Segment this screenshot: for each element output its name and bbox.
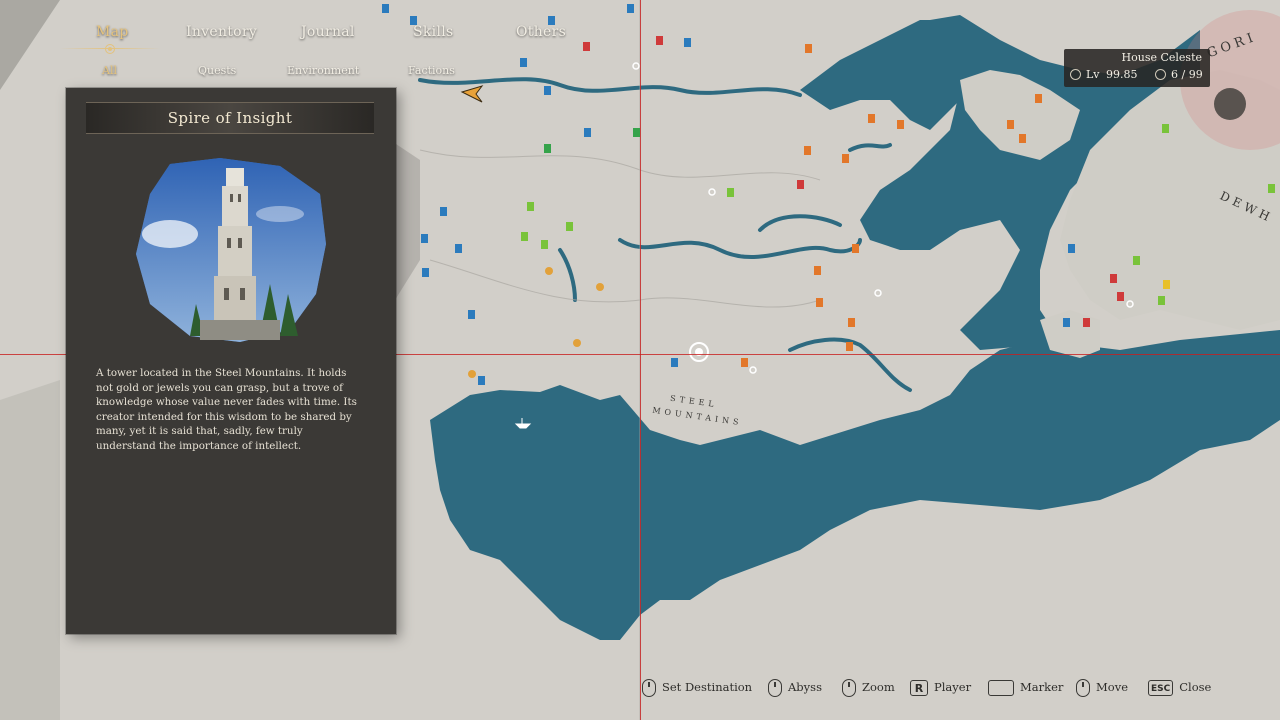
location-title: Spire of Insight bbox=[167, 109, 293, 127]
top-navigation: Map Inventory Journal Skills Others All … bbox=[0, 0, 640, 90]
house-name: House Celeste bbox=[1121, 51, 1202, 64]
panel-title-bar: Spire of Insight bbox=[86, 102, 374, 134]
mouse-wheel-icon bbox=[842, 679, 856, 697]
tab-journal[interactable]: Journal bbox=[301, 24, 355, 40]
tab-inventory[interactable]: Inventory bbox=[186, 24, 257, 40]
crosshair-vertical bbox=[640, 0, 641, 720]
subtab-environment[interactable]: Environment bbox=[287, 64, 359, 77]
level-icon bbox=[1070, 69, 1081, 80]
count-value: 6 / 99 bbox=[1171, 68, 1203, 81]
hint-close[interactable]: ESC Close bbox=[1148, 676, 1211, 698]
tab-others[interactable]: Others bbox=[516, 24, 566, 40]
subtab-quests[interactable]: Quests bbox=[198, 64, 236, 77]
hint-set-destination[interactable]: Set Destination bbox=[642, 676, 752, 698]
active-tab-indicator-icon bbox=[105, 44, 115, 54]
subtab-all[interactable]: All bbox=[102, 64, 117, 77]
gear-count-icon bbox=[1155, 69, 1167, 80]
mouse-right-click-icon bbox=[768, 679, 782, 697]
level-value: 99.85 bbox=[1106, 68, 1138, 81]
esc-key-icon: ESC bbox=[1148, 680, 1174, 696]
space-key-icon bbox=[988, 680, 1014, 696]
subtab-factions[interactable]: Factions bbox=[408, 64, 455, 77]
location-image-tower bbox=[136, 158, 326, 342]
hint-marker[interactable]: Marker bbox=[988, 676, 1063, 698]
r-key-icon: R bbox=[910, 680, 928, 696]
mouse-drag-icon bbox=[1076, 679, 1090, 697]
mouse-left-click-icon bbox=[642, 679, 656, 697]
player-stats: Lv 99.85 6 / 99 bbox=[1070, 68, 1203, 81]
hint-zoom[interactable]: Zoom bbox=[842, 676, 895, 698]
tab-skills[interactable]: Skills bbox=[413, 24, 454, 40]
level-label: Lv bbox=[1086, 68, 1100, 81]
player-info: House Celeste Lv 99.85 6 / 99 bbox=[1064, 49, 1210, 87]
location-info-panel: Spire of Insight A tower located in the … bbox=[66, 88, 396, 634]
location-description: A tower located in the Steel Mountains. … bbox=[96, 367, 357, 452]
hint-abyss[interactable]: Abyss bbox=[768, 676, 822, 698]
tab-map[interactable]: Map bbox=[96, 24, 129, 40]
hint-move[interactable]: Move bbox=[1076, 676, 1128, 698]
hint-player[interactable]: R Player bbox=[910, 676, 971, 698]
